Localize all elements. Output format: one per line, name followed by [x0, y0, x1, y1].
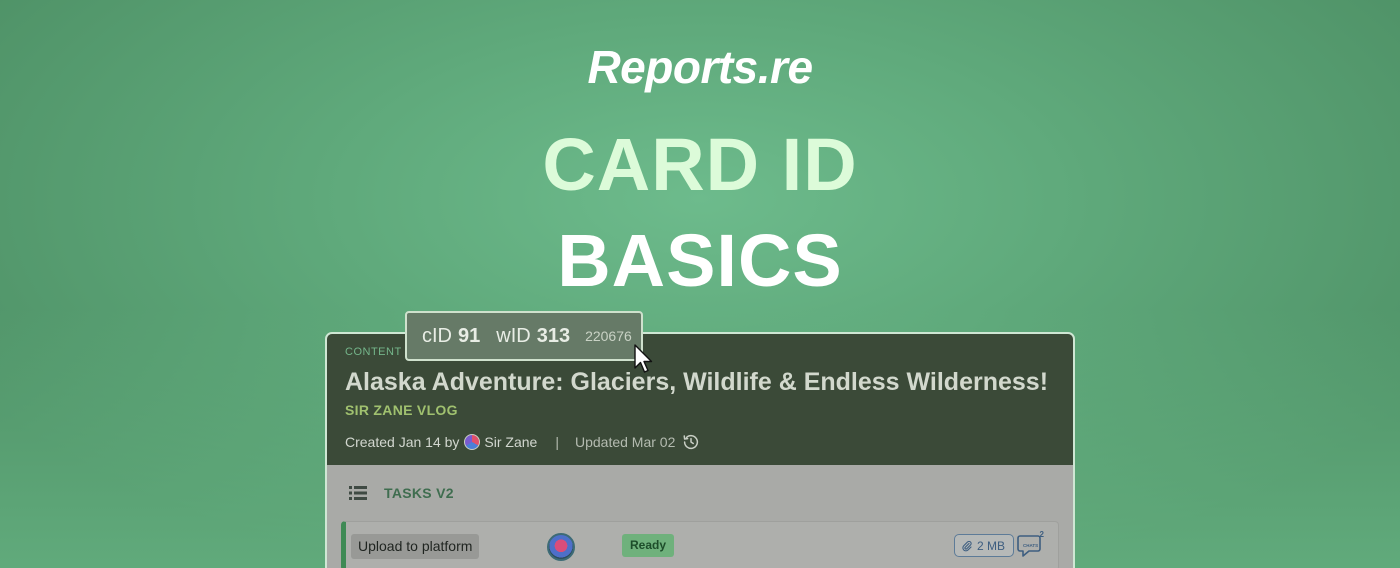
wid-label: wID [496, 324, 531, 347]
cid-value: 91 [458, 324, 481, 347]
brand-logo: Reports.re [587, 41, 813, 93]
card-body: TASKS V2 Upload to platform Ready 2 MB 2… [327, 465, 1073, 568]
tasks-label: TASKS V2 [384, 485, 454, 501]
task-row[interactable]: Upload to platform Ready 2 MB 2 CHATS [341, 521, 1059, 568]
card-title[interactable]: Alaska Adventure: Glaciers, Wildlife & E… [345, 368, 1055, 397]
tasks-section-header: TASKS V2 [341, 465, 1059, 521]
updated-text: Updated Mar 02 [574, 434, 676, 450]
cid-label: cID [422, 324, 452, 347]
wid-value: 313 [536, 324, 571, 347]
chat-label: CHATS [1023, 543, 1039, 548]
task-name[interactable]: Upload to platform [351, 534, 480, 559]
card-subtitle[interactable]: SIR ZANE VLOG [345, 402, 1055, 418]
meta-separator: | [555, 434, 559, 450]
mouse-cursor-icon [634, 344, 653, 373]
status-badge[interactable]: Ready [622, 534, 675, 557]
attachment-badge[interactable]: 2 MB [954, 534, 1015, 557]
author-avatar[interactable] [464, 434, 481, 450]
item-number: 220676 [585, 328, 632, 344]
card-meta: Created Jan 14 by Sir Zane | Updated Mar… [345, 433, 1055, 451]
attachment-size: 2 MB [977, 538, 1006, 553]
list-icon [349, 486, 367, 500]
chats-button[interactable]: 2 CHATS [1017, 530, 1045, 559]
assignee-avatar[interactable] [547, 533, 575, 561]
chat-count: 2 [1039, 530, 1044, 539]
created-text: Created Jan 14 by [345, 434, 460, 450]
headline-line-1: CARD ID [542, 123, 858, 206]
author-name[interactable]: Sir Zane [484, 434, 537, 450]
headline-line-2: BASICS [557, 219, 843, 302]
paperclip-icon [962, 540, 972, 551]
card-id-tooltip: cID 91 wID 313 220676 [405, 311, 643, 361]
content-card[interactable]: CONTENT Alaska Adventure: Glaciers, Wild… [325, 332, 1075, 568]
history-icon[interactable] [682, 433, 700, 451]
